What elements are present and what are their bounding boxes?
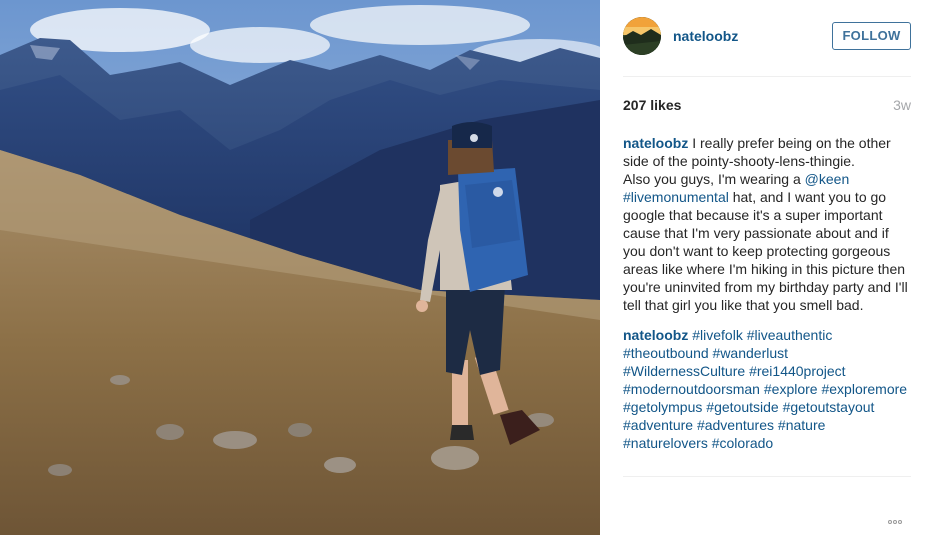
caption-comment: nateloobz I really prefer being on the o… <box>623 134 913 314</box>
mention-link[interactable]: @keen <box>805 171 850 187</box>
post-stats: 207 likes 3w <box>623 97 911 113</box>
hashtag-link[interactable]: #livemonumental <box>623 189 729 205</box>
hashtag-link[interactable]: #getoutstayout <box>783 399 875 415</box>
hashtag-link[interactable]: #rei1440project <box>749 363 846 379</box>
caption-text-2a: Also you guys, I'm wearing a <box>623 171 805 187</box>
hashtag-link[interactable]: #wanderlust <box>713 345 789 361</box>
dot-icon <box>898 520 902 524</box>
footer-divider <box>623 476 911 477</box>
hashtag-link[interactable]: #modernoutdoorsman <box>623 381 760 397</box>
hashtag-link[interactable]: #exploremore <box>821 381 907 397</box>
hashtag-link[interactable]: #naturelovers <box>623 435 708 451</box>
hashtag-link[interactable]: #liveauthentic <box>747 327 833 343</box>
dot-icon <box>893 520 897 524</box>
caption-line2: Also you guys, I'm wearing a @keen #live… <box>623 170 913 314</box>
follow-button[interactable]: FOLLOW <box>832 22 911 50</box>
hashtag-link[interactable]: #theoutbound <box>623 345 709 361</box>
post-header: nateloobz FOLLOW <box>623 17 911 57</box>
hashtag-link[interactable]: #explore <box>764 381 818 397</box>
post-photo[interactable] <box>0 0 600 535</box>
dot-icon <box>888 520 892 524</box>
hashtag-link[interactable]: #getolympus <box>623 399 702 415</box>
hashtag-link[interactable]: #nature <box>778 417 825 433</box>
hashtag-link[interactable]: #colorado <box>712 435 774 451</box>
tags-username[interactable]: nateloobz <box>623 327 688 343</box>
tags-comment: nateloobz #livefolk #liveauthentic #theo… <box>623 326 913 452</box>
post-sidebar: nateloobz FOLLOW 207 likes 3w nateloobz … <box>600 0 931 535</box>
hashtag-link[interactable]: #livefolk <box>692 327 743 343</box>
post-dialog: nateloobz FOLLOW 207 likes 3w nateloobz … <box>0 0 931 535</box>
likes-count[interactable]: 207 likes <box>623 97 681 113</box>
more-options-icon[interactable] <box>888 511 912 524</box>
profile-avatar[interactable] <box>623 17 661 55</box>
post-timestamp[interactable]: 3w <box>893 97 911 113</box>
hashtag-link[interactable]: #WildernessCulture <box>623 363 745 379</box>
tags-line: nateloobz #livefolk #liveauthentic #theo… <box>623 326 913 452</box>
comments-list[interactable]: nateloobz I really prefer being on the o… <box>623 134 913 474</box>
caption-username[interactable]: nateloobz <box>623 135 688 151</box>
hashtag-link[interactable]: #getoutside <box>706 399 778 415</box>
hashtag-link[interactable]: #adventure <box>623 417 693 433</box>
caption-text-2c: hat, and I want you to go google that be… <box>623 189 908 313</box>
header-divider <box>623 76 911 77</box>
post-username[interactable]: nateloobz <box>673 28 738 44</box>
hashtag-link[interactable]: #adventures <box>697 417 774 433</box>
caption-line1: nateloobz I really prefer being on the o… <box>623 134 913 170</box>
